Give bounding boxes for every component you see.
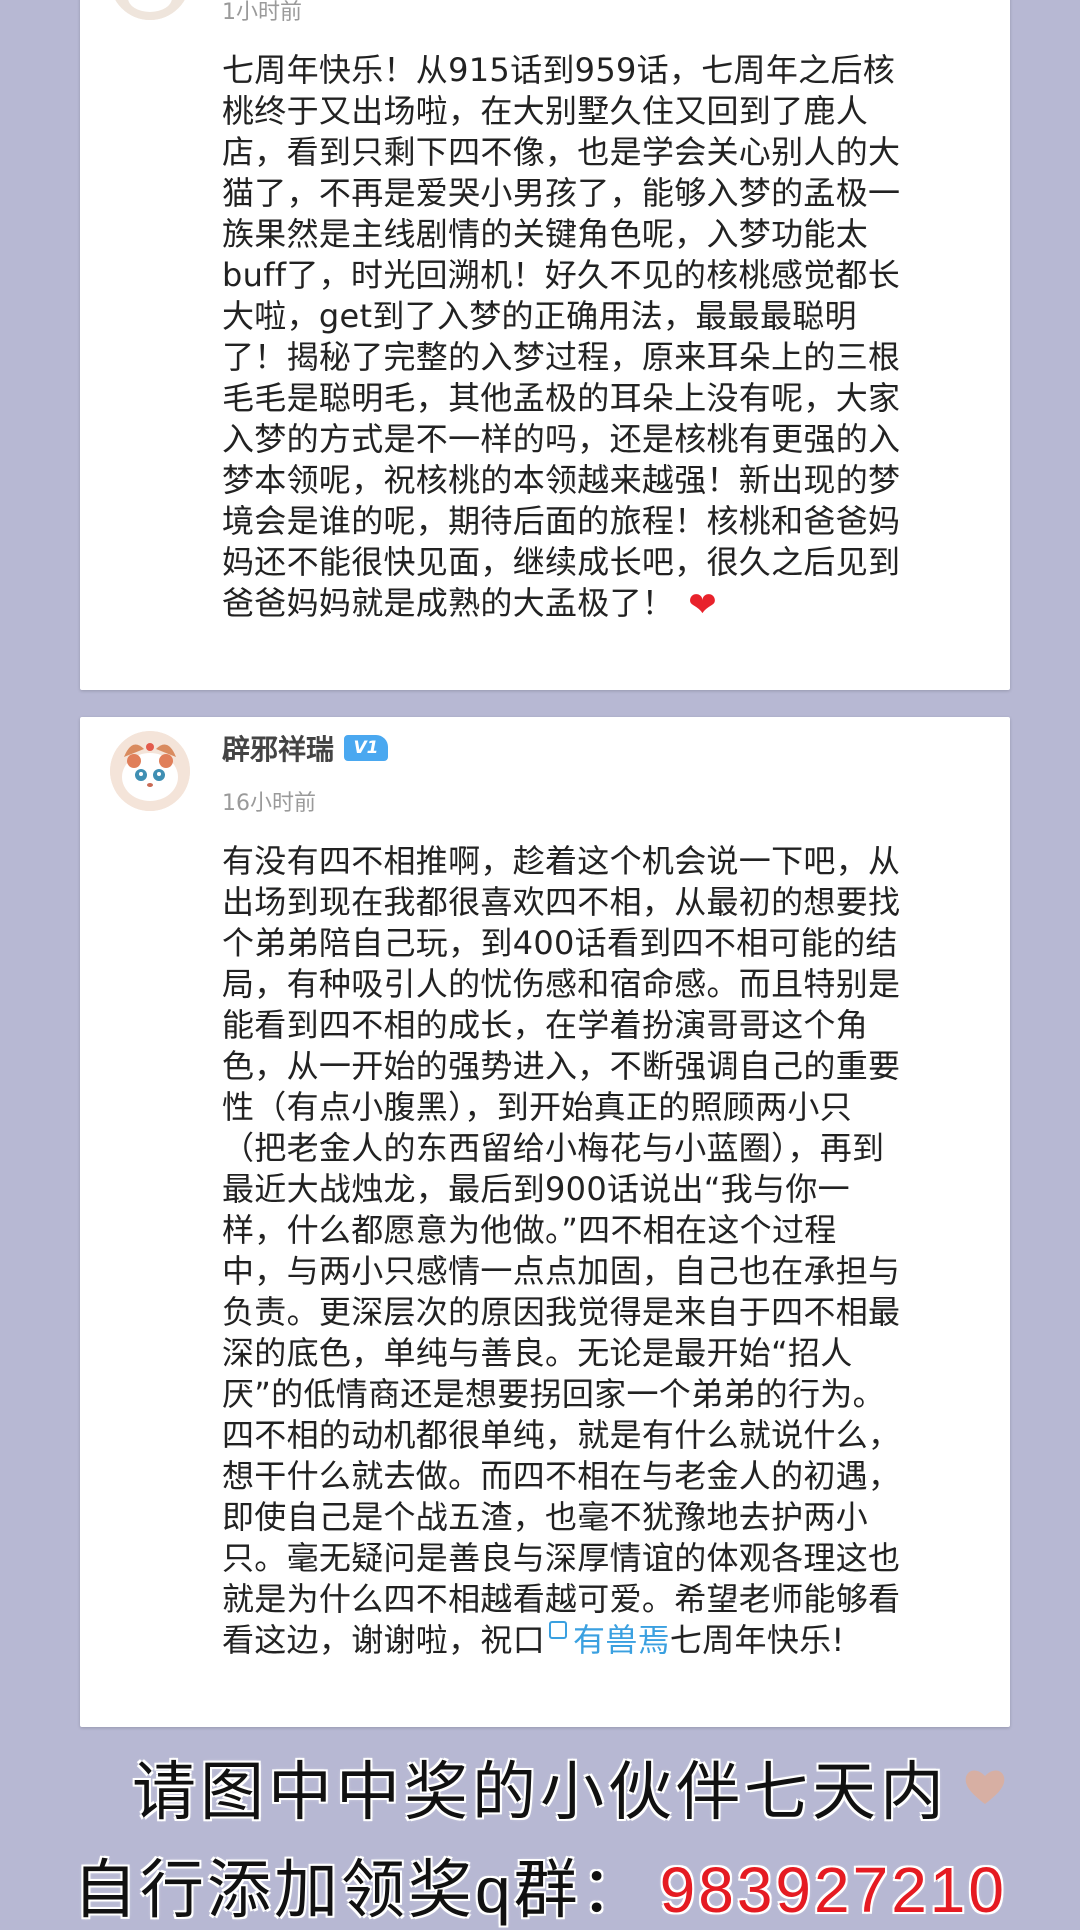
comment-text: 七周年快乐！从915话到959话，七周年之后核 桃终于又出场啦，在大别墅久住又回… <box>222 50 992 626</box>
promo-line-2: 自行添加领奖q群： 983927210 <box>0 1850 1080 1930</box>
heart-emoji-icon: ❤ <box>688 585 717 625</box>
comment-time: 1小时前 <box>222 0 302 25</box>
comment-body-end: 七周年快乐! <box>669 1621 845 1659</box>
comment-card: 辟邪祥瑞 V1 16小时前 有没有四不相推啊，趁着这个机会说一下吧，从 出场到现在… <box>80 717 1010 1727</box>
comment-card: 1小时前 七周年快乐！从915话到959话，七周年之后核 桃终于又出场啦，在大别… <box>80 0 1010 690</box>
mention-link[interactable]: 有兽焉 <box>573 1621 670 1659</box>
comment-text: 有没有四不相推啊，趁着这个机会说一下吧，从 出场到现在我都很喜欢四不相，从最初的… <box>222 841 992 1661</box>
comment-body: 七周年快乐！从915话到959话，七周年之后核 桃终于又出场啦，在大别墅久住又回… <box>222 51 901 622</box>
username[interactable]: 辟邪祥瑞 V1 <box>222 733 389 767</box>
comment-time: 16小时前 <box>222 791 316 816</box>
avatar[interactable] <box>110 0 190 20</box>
comment-body: 有没有四不相推啊，趁着这个机会说一下吧，从 出场到现在我都很喜欢四不相，从最初的… <box>222 842 901 1659</box>
vip-badge: V1 <box>344 735 389 761</box>
topic-icon <box>549 1621 568 1639</box>
promo-line-2-text: 自行添加领奖q群： <box>73 1854 648 1926</box>
qq-group-number: 983927210 <box>659 1854 1007 1926</box>
username-text[interactable]: 辟邪祥瑞 <box>222 733 334 766</box>
promo-line-1: 请图中中奖的小伙伴七天内 <box>132 1756 948 1828</box>
avatar[interactable] <box>110 731 190 811</box>
